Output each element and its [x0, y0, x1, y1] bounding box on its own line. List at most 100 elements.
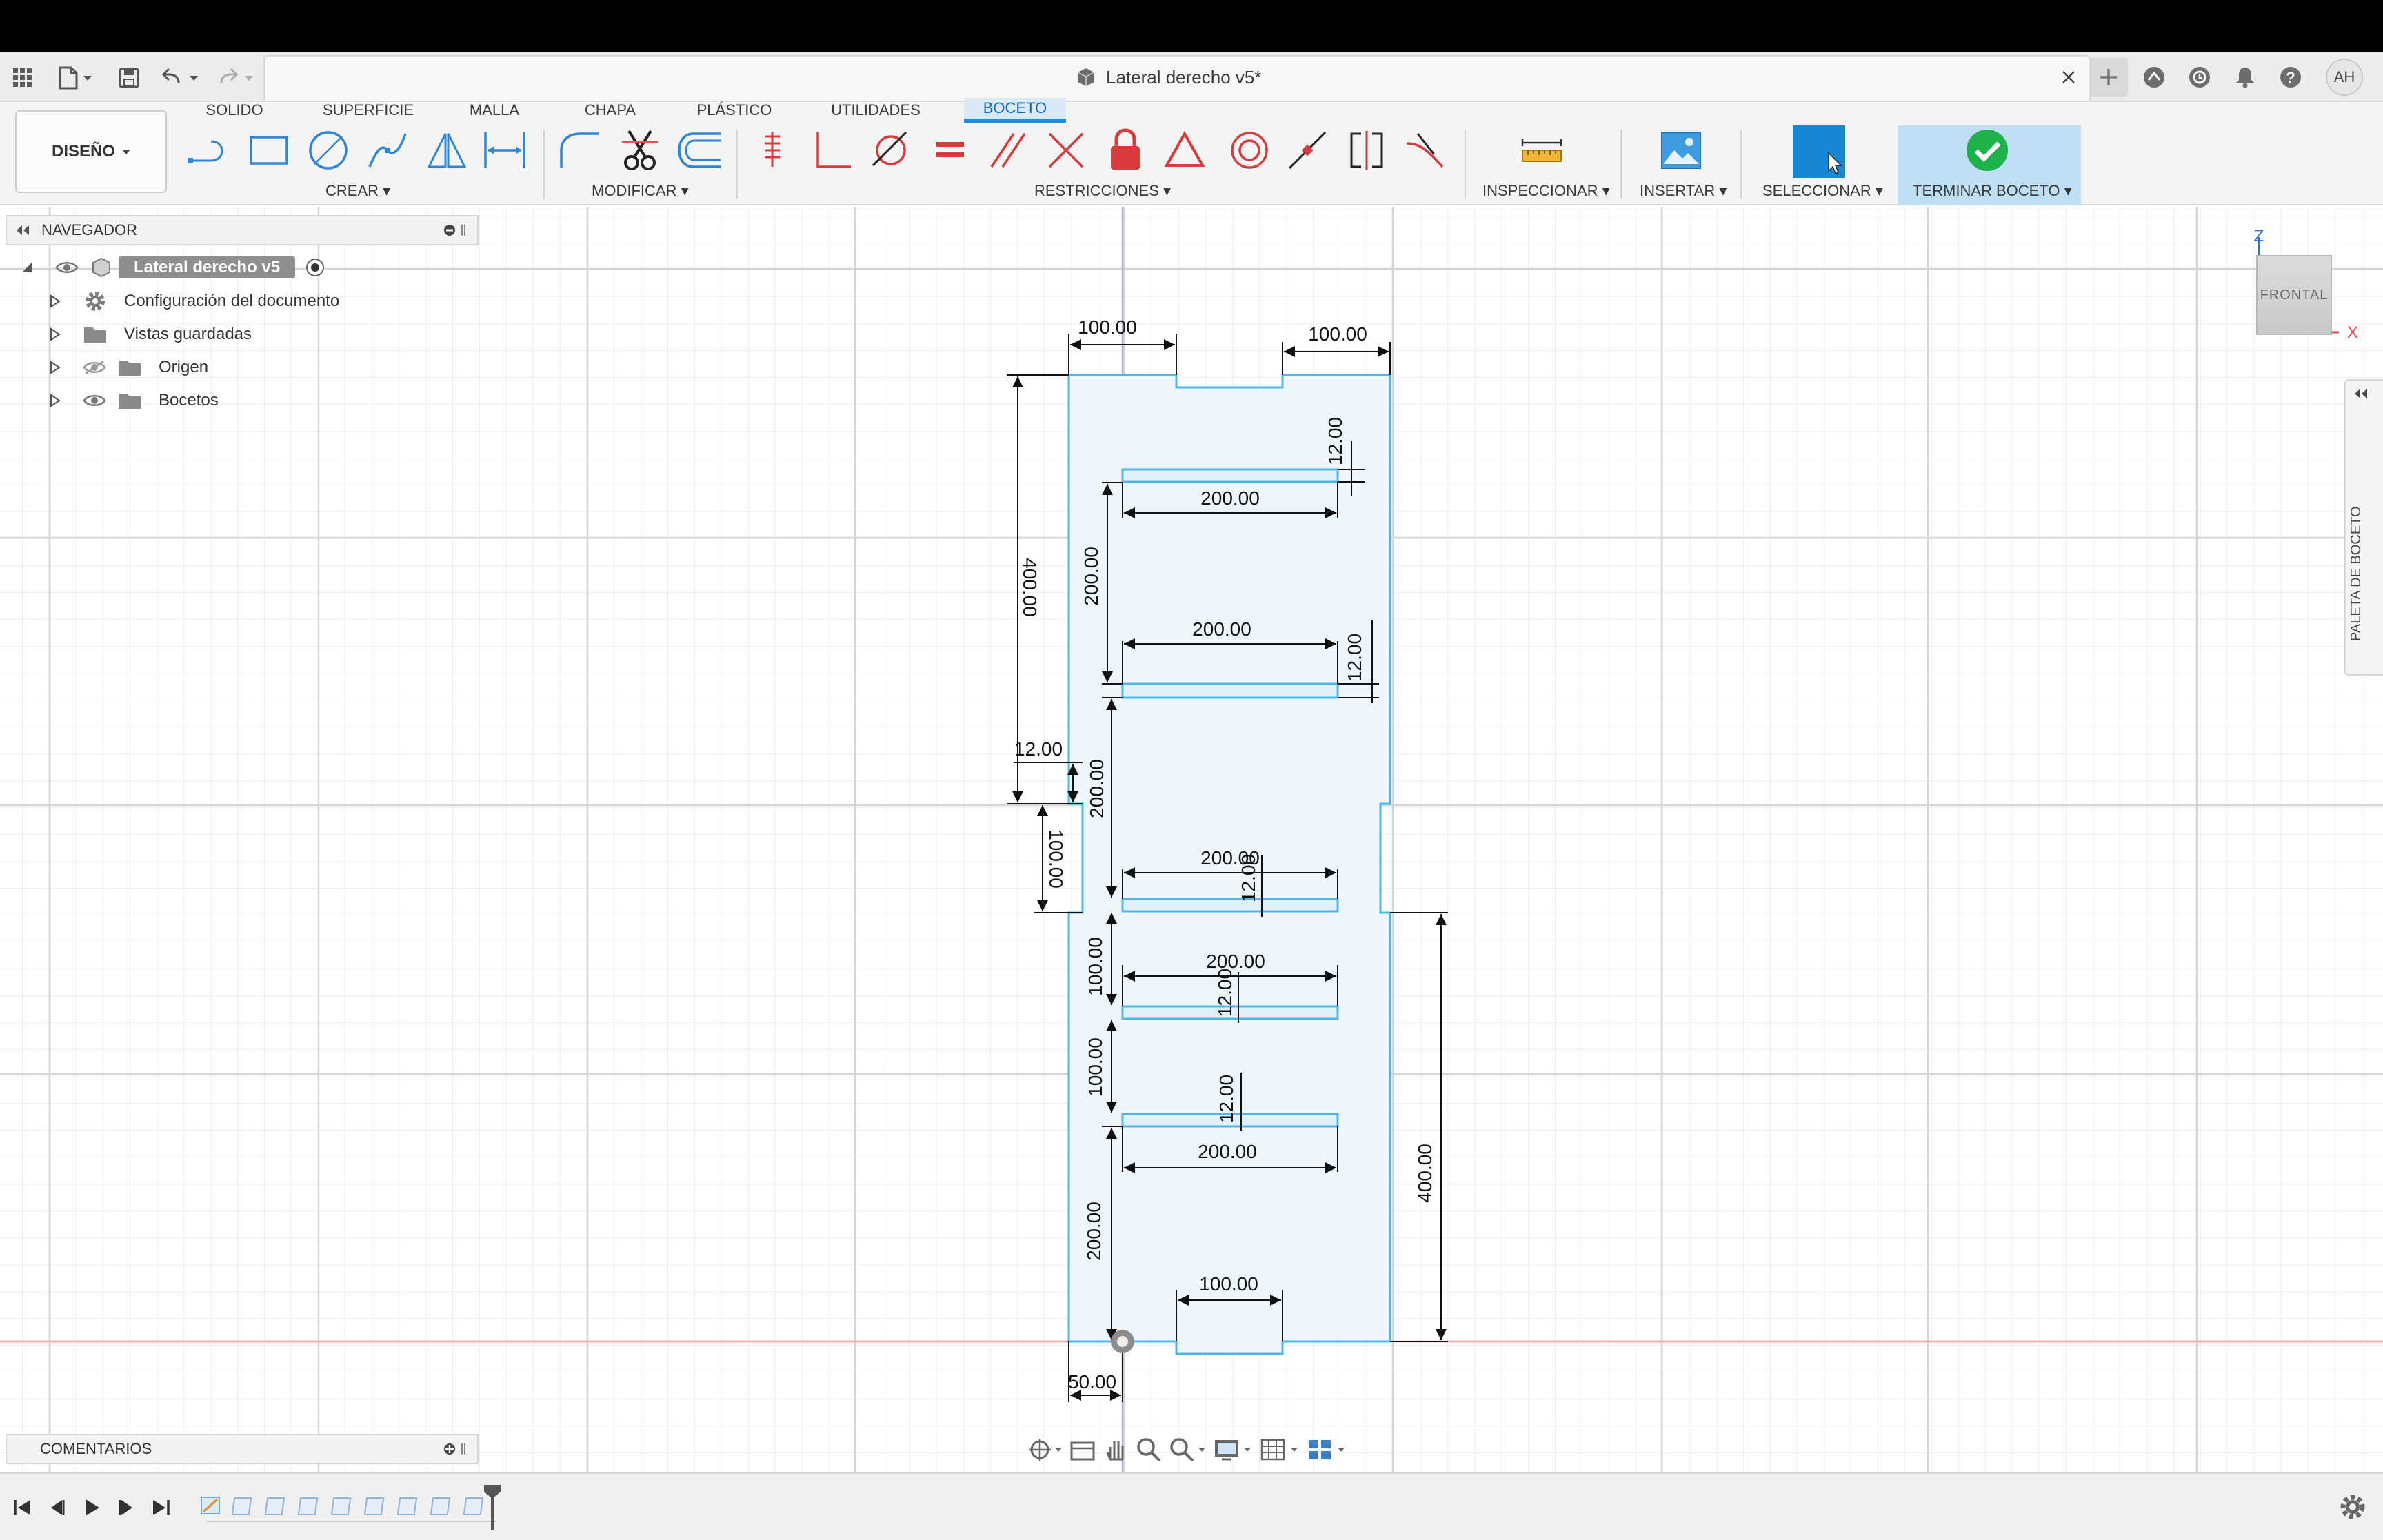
mirror-tool-icon[interactable]: [425, 128, 469, 172]
orbit-icon[interactable]: [1027, 1436, 1063, 1463]
timeline-feature-icon[interactable]: [264, 1493, 290, 1518]
tab-malla[interactable]: MALLA: [458, 98, 531, 123]
zoom-icon[interactable]: [1135, 1436, 1163, 1463]
step-back-icon[interactable]: [40, 1490, 74, 1525]
view-cube[interactable]: FRONTAL: [2256, 255, 2332, 335]
insert-group-menu[interactable]: INSERTAR ▾: [1640, 182, 1727, 200]
notifications-bell-icon[interactable]: [2226, 58, 2264, 97]
dimension-text[interactable]: 12.00: [1344, 634, 1365, 682]
hidden-eye-icon[interactable]: [83, 360, 117, 375]
panel-options-icon[interactable]: [443, 1442, 467, 1456]
timeline-feature-icon[interactable]: [430, 1493, 455, 1518]
dimension-text[interactable]: 100.00: [1045, 829, 1067, 889]
inspect-group-menu[interactable]: INSPECCIONAR ▾: [1482, 182, 1610, 200]
step-forward-icon[interactable]: [109, 1490, 143, 1525]
pan-hand-icon[interactable]: [1102, 1436, 1129, 1463]
perpendicular-constraint-icon[interactable]: [811, 128, 855, 172]
go-to-end-icon[interactable]: [143, 1490, 178, 1525]
dimension-text[interactable]: 400.00: [1414, 1144, 1436, 1203]
circle-tool-icon[interactable]: [306, 128, 350, 172]
comments-panel-header[interactable]: COMENTARIOS: [6, 1434, 479, 1464]
grid-snap-icon[interactable]: [1259, 1436, 1300, 1463]
close-tab-icon[interactable]: [2055, 63, 2082, 91]
dimension-text[interactable]: 400.00: [1019, 558, 1040, 617]
play-icon[interactable]: [74, 1490, 109, 1525]
dimension-text[interactable]: 200.00: [1200, 487, 1260, 509]
lock-constraint-icon[interactable]: [1103, 128, 1147, 172]
panel-options-icon[interactable]: [443, 223, 467, 237]
fix-constraint-icon[interactable]: [753, 128, 797, 172]
insert-image-icon[interactable]: [1659, 128, 1703, 172]
viewports-icon[interactable]: [1306, 1436, 1347, 1463]
select-tool-icon[interactable]: [1793, 125, 1845, 178]
tab-boceto[interactable]: BOCETO: [964, 98, 1066, 123]
collinear-constraint-icon[interactable]: [1285, 128, 1329, 172]
dimension-text[interactable]: 100.00: [1078, 316, 1137, 338]
finish-sketch-menu[interactable]: TERMINAR BOCETO ▾: [1913, 182, 2072, 200]
job-status-icon[interactable]: [2180, 58, 2219, 97]
activate-radio-icon[interactable]: [305, 257, 325, 278]
go-to-start-icon[interactable]: [6, 1490, 40, 1525]
tab-superficie[interactable]: SUPERFICIE: [313, 98, 423, 123]
dimension-text[interactable]: 100.00: [1085, 937, 1106, 996]
timeline-feature-icon[interactable]: [330, 1493, 356, 1518]
file-menu-icon[interactable]: [51, 61, 99, 95]
tab-chapa[interactable]: CHAPA: [568, 98, 652, 123]
browser-root-node[interactable]: Lateral derecho v5: [21, 251, 325, 284]
redo-icon[interactable]: [214, 61, 262, 95]
timeline-settings-gear-icon[interactable]: [2337, 1492, 2368, 1522]
visibility-eye-icon[interactable]: [83, 393, 117, 408]
parallel-constraint-icon[interactable]: [986, 128, 1030, 172]
dimension-text[interactable]: 12.00: [1214, 969, 1236, 1017]
help-icon[interactable]: ?: [2271, 58, 2310, 97]
browser-item-saved-views[interactable]: Vistas guardadas: [50, 318, 252, 351]
timeline-sketch-icon[interactable]: [199, 1493, 223, 1518]
timeline-feature-icon[interactable]: [297, 1493, 323, 1518]
select-group-menu[interactable]: SELECCIONAR ▾: [1762, 182, 1883, 200]
midpoint-constraint-icon[interactable]: [1163, 128, 1207, 172]
look-at-icon[interactable]: [1069, 1436, 1096, 1463]
browser-item-document-settings[interactable]: Configuración del documento: [50, 285, 339, 318]
dimension-text[interactable]: 100.00: [1308, 323, 1367, 345]
timeline-marker[interactable]: [483, 1483, 502, 1532]
dimension-text[interactable]: 12.00: [1014, 738, 1063, 760]
display-settings-icon[interactable]: [1212, 1436, 1254, 1463]
collapsed-triangle-icon[interactable]: [50, 394, 83, 407]
browser-item-origin[interactable]: Origen: [50, 351, 208, 384]
timeline-feature-icon[interactable]: [231, 1493, 257, 1518]
dimension-text[interactable]: 100.00: [1085, 1037, 1106, 1097]
save-icon[interactable]: [112, 61, 146, 95]
tab-plastico[interactable]: PLÁSTICO: [687, 98, 782, 123]
tangent-constraint-icon[interactable]: [869, 128, 913, 172]
expanded-triangle-icon[interactable]: [21, 261, 41, 274]
offset-tool-icon[interactable]: [677, 128, 721, 172]
trim-scissors-icon[interactable]: [618, 128, 662, 172]
collapsed-triangle-icon[interactable]: [50, 294, 83, 308]
dimension-text[interactable]: 200.00: [1198, 1141, 1257, 1162]
app-grid-icon[interactable]: [6, 61, 40, 95]
create-group-menu[interactable]: CREAR ▾: [325, 182, 390, 200]
collapsed-triangle-icon[interactable]: [50, 361, 83, 374]
modify-group-menu[interactable]: MODIFICAR ▾: [592, 182, 689, 200]
concentric-constraint-icon[interactable]: [1227, 128, 1271, 172]
rectangle-tool-icon[interactable]: [247, 128, 291, 172]
spline-tool-icon[interactable]: [365, 128, 410, 172]
dimension-text[interactable]: 12.00: [1238, 854, 1259, 902]
tab-utilidades[interactable]: UTILIDADES: [821, 98, 931, 123]
dimension-text[interactable]: 200.00: [1086, 759, 1107, 818]
dimension-text[interactable]: 50.00: [1068, 1371, 1116, 1392]
sketch-canvas[interactable]: 100.00 100.00 12.00 200.00 400.00 200.00…: [0, 207, 2383, 1472]
measure-ruler-icon[interactable]: [1520, 128, 1564, 172]
workspace-switcher-button[interactable]: DISEÑO: [15, 110, 167, 193]
extensions-icon[interactable]: [2135, 58, 2173, 97]
browser-item-sketches[interactable]: Bocetos: [50, 384, 219, 417]
equal-constraint-icon[interactable]: [928, 128, 972, 172]
fillet-tool-icon[interactable]: [557, 128, 601, 172]
user-avatar[interactable]: AH: [2325, 58, 2364, 97]
dimension-text[interactable]: 200.00: [1080, 547, 1102, 606]
dimension-text[interactable]: 12.00: [1325, 417, 1346, 465]
timeline-feature-icon[interactable]: [396, 1493, 422, 1518]
collapsed-triangle-icon[interactable]: [50, 327, 83, 341]
sketch-dimension-tool-icon[interactable]: [483, 128, 527, 172]
dimension-text[interactable]: 12.00: [1216, 1075, 1237, 1123]
